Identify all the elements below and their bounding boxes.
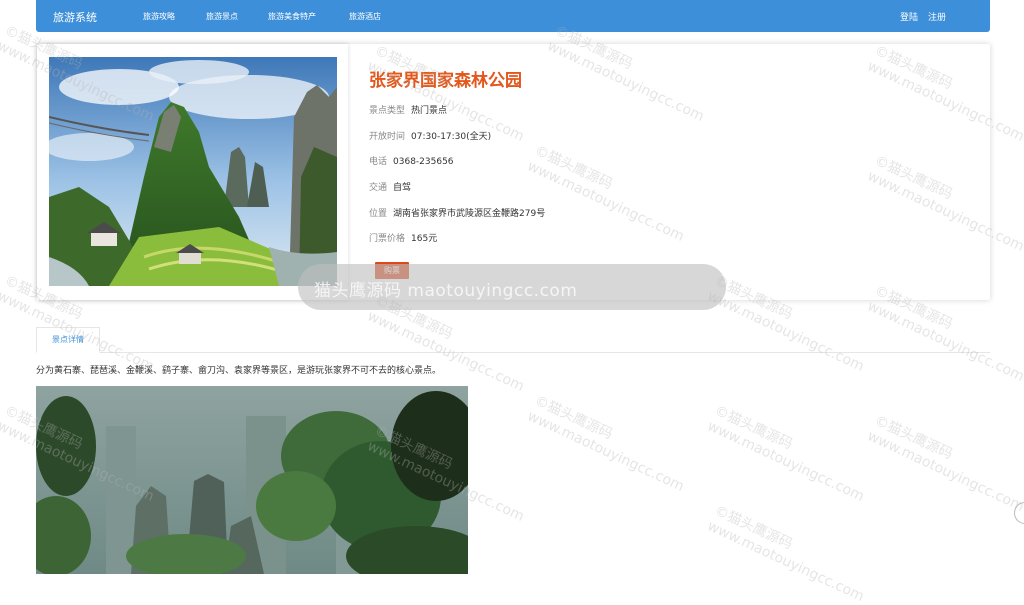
field-price: 门票价格 165元 (369, 231, 437, 244)
field-label: 位置 (369, 209, 388, 219)
attraction-description: 分为黄石寨、琵琶溪、金鞭溪、鹞子寨、畲刀沟、袁家界等景区，是游玩张家界不可不去的… (36, 366, 442, 376)
field-value: 热门景点 (411, 106, 448, 116)
site-brand[interactable]: 旅游系统 (53, 9, 97, 25)
top-navbar: 旅游系统 旅游攻略 旅游景点 旅游美食特产 旅游酒店 登陆 注册 (36, 0, 990, 32)
field-hours: 开放时间 07:30-17:30(全天) (369, 129, 491, 142)
attraction-photo-frame (37, 44, 348, 300)
nav-link-guides[interactable]: 旅游攻略 (143, 11, 175, 22)
field-location: 位置 湖南省张家界市武陵源区金鞭路279号 (369, 206, 545, 219)
field-label: 景点类型 (369, 106, 406, 116)
field-label: 交通 (369, 183, 388, 193)
login-link[interactable]: 登陆 (900, 10, 918, 23)
nav-link-food[interactable]: 旅游美食特产 (268, 11, 316, 22)
field-value: 07:30-17:30(全天) (411, 132, 492, 142)
field-value: 湖南省张家界市武陵源区金鞭路279号 (393, 209, 546, 219)
forest-peaks-image (36, 386, 468, 574)
watermark-text: ©猫头鹰源码 www.maotouyingcc.com (864, 412, 1024, 515)
field-value: 165元 (411, 234, 438, 244)
tab-divider (36, 352, 990, 353)
tab-attraction-details[interactable]: 景点详情 (36, 327, 100, 353)
attraction-detail-image (36, 386, 468, 574)
field-label: 门票价格 (369, 234, 406, 244)
watermark-text: ©猫头鹰源码 www.maotouyingcc.com (704, 502, 867, 605)
field-phone: 电话 0368-235656 (369, 154, 454, 167)
scroll-top-button[interactable] (1014, 502, 1024, 524)
nav-link-attractions[interactable]: 旅游景点 (206, 11, 238, 22)
attraction-card: 张家界国家森林公园 景点类型 热门景点 开放时间 07:30-17:30(全天) 电… (37, 44, 990, 300)
nav-link-hotels[interactable]: 旅游酒店 (349, 11, 381, 22)
field-value: 自驾 (393, 183, 412, 193)
field-label: 电话 (369, 157, 388, 167)
watermark-text: ©猫头鹰源码 www.maotouyingcc.com (704, 402, 867, 505)
mountain-landscape-image (49, 57, 337, 286)
field-value: 0368-235656 (393, 157, 454, 167)
watermark-overlay-text: 猫头鹰源码 maotouyingcc.com (314, 281, 578, 301)
attraction-title: 张家界国家森林公园 (369, 71, 522, 91)
field-label: 开放时间 (369, 132, 406, 142)
field-type: 景点类型 热门景点 (369, 103, 447, 116)
register-link[interactable]: 注册 (928, 10, 946, 23)
attraction-photo (49, 57, 337, 286)
field-transport: 交通 自驾 (369, 180, 411, 193)
watermark-text: ©猫头鹰源码 www.maotouyingcc.com (524, 392, 687, 495)
